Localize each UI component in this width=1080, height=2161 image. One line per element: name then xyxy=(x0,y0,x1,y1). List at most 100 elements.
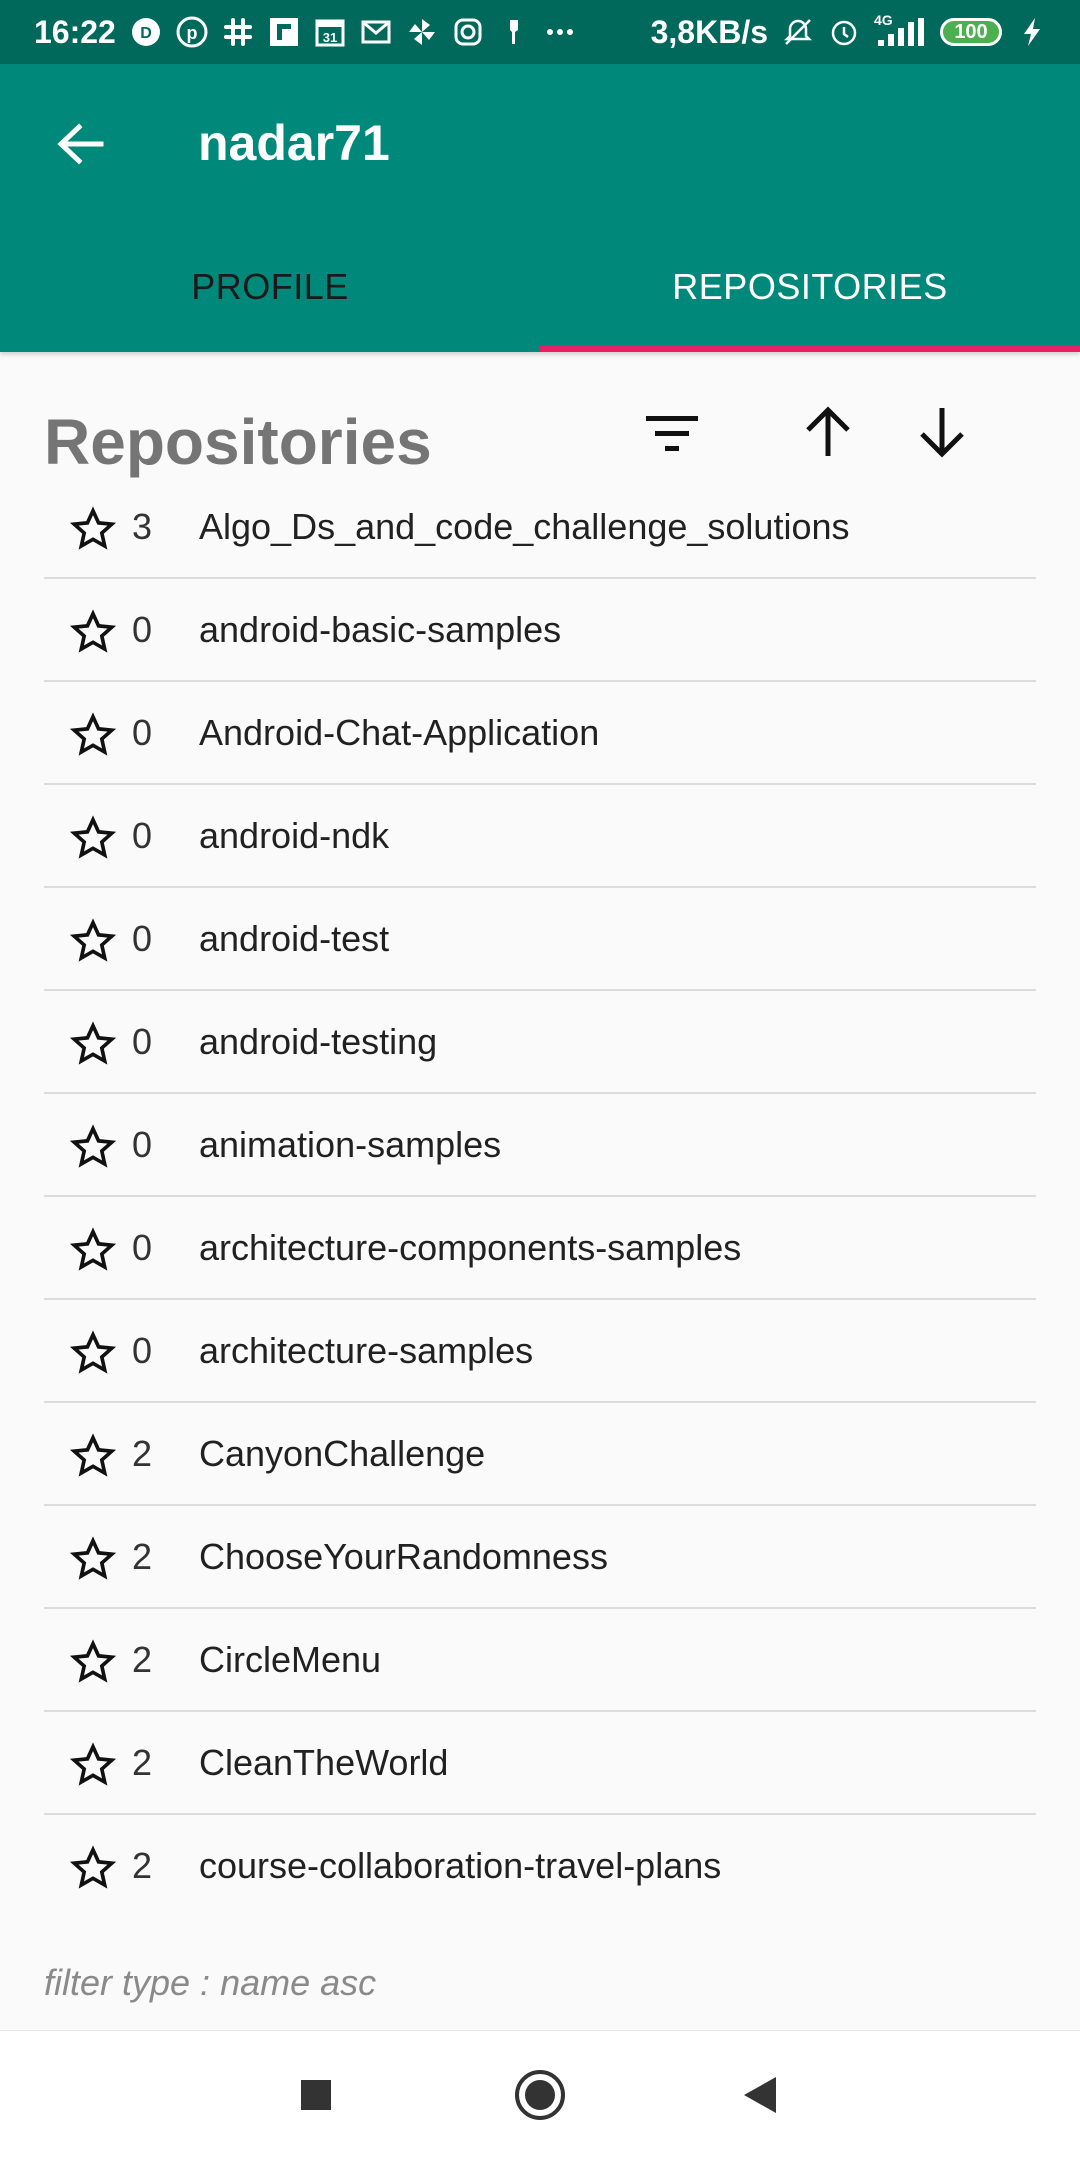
star-count: 0 xyxy=(132,814,153,856)
star-icon xyxy=(69,1021,117,1067)
star-icon xyxy=(69,1433,117,1479)
repository-name: ChooseYourRandomness xyxy=(199,1535,608,1577)
star-count: 0 xyxy=(132,1123,153,1165)
tab-repositories[interactable]: REPOSITORIES xyxy=(540,222,1080,352)
star-icon xyxy=(69,712,117,758)
repository-row[interactable]: 0 Android-Chat-Application xyxy=(44,682,1036,785)
home-button[interactable] xyxy=(504,2059,576,2131)
nav-back-button[interactable] xyxy=(724,2059,796,2131)
gmail-icon xyxy=(360,16,392,48)
star-count: 3 xyxy=(132,505,153,547)
star-count: 0 xyxy=(132,711,153,753)
star-count: 0 xyxy=(132,608,153,650)
star-icon xyxy=(69,506,117,552)
network-speed: 3,8KB/s xyxy=(650,13,768,50)
star-count: 2 xyxy=(132,1741,153,1783)
star-count: 2 xyxy=(132,1844,153,1886)
star-icon xyxy=(69,1639,117,1685)
star-icon xyxy=(69,1227,117,1273)
mute-icon xyxy=(782,16,814,48)
filter-type-note: filter type : name asc xyxy=(44,1962,377,2003)
tab-bar: PROFILE REPOSITORIES xyxy=(0,222,1080,352)
sort-descending-button[interactable] xyxy=(900,390,984,474)
filter-icon xyxy=(646,416,698,451)
signal-icon: 4G xyxy=(874,12,926,48)
d-app-icon: D xyxy=(130,16,162,48)
repository-name: CanyonChallenge xyxy=(199,1432,486,1474)
calendar-icon: 31 xyxy=(314,16,346,48)
repository-list: 3 Algo_Ds_and_code_challenge_solutions 0 an… xyxy=(44,476,1036,1916)
star-icon xyxy=(69,1536,117,1582)
tab-profile[interactable]: PROFILE xyxy=(0,222,540,352)
star-icon xyxy=(69,1330,117,1376)
app-bar: nadar71 xyxy=(0,64,1080,222)
pinwheel-icon xyxy=(406,16,438,48)
repository-row[interactable]: 2 CircleMenu xyxy=(44,1609,1036,1712)
repository-row[interactable]: 2 CanyonChallenge xyxy=(44,1403,1036,1506)
star-count: 2 xyxy=(132,1432,153,1474)
repository-row[interactable]: 0 android-testing xyxy=(44,991,1036,1094)
repository-name: android-testing xyxy=(199,1020,438,1062)
repository-name: animation-samples xyxy=(199,1123,502,1165)
svg-text:D: D xyxy=(140,25,152,42)
star-count: 0 xyxy=(132,1329,153,1371)
page-title: nadar71 xyxy=(198,115,390,171)
svg-text:p: p xyxy=(186,23,197,43)
instagram-icon xyxy=(452,16,484,48)
section-title: Repositories xyxy=(44,406,432,478)
repository-row[interactable]: 0 architecture-samples xyxy=(44,1300,1036,1403)
repository-row[interactable]: 0 android-test xyxy=(44,888,1036,991)
more-dots-icon xyxy=(544,16,576,48)
star-count: 0 xyxy=(132,1226,153,1268)
repository-name: Algo_Ds_and_code_challenge_solutions xyxy=(199,505,850,547)
status-time: 16:22 xyxy=(34,13,116,50)
star-count: 2 xyxy=(132,1535,153,1577)
repository-row[interactable]: 2 ChooseYourRandomness xyxy=(44,1506,1036,1609)
repository-name: architecture-samples xyxy=(199,1329,534,1371)
star-count: 0 xyxy=(132,917,153,959)
battery-icon: 100 xyxy=(940,18,1002,46)
repository-name: android-ndk xyxy=(199,814,390,856)
recents-square-icon xyxy=(301,2080,331,2110)
star-icon xyxy=(69,1124,117,1170)
repository-name: course-collaboration-travel-plans xyxy=(199,1844,722,1886)
repository-row[interactable]: 0 android-ndk xyxy=(44,785,1036,888)
star-icon xyxy=(69,918,117,964)
status-bar: 16:22 D p 31 3,8KB/s 4G 100 xyxy=(0,0,1080,64)
recents-button[interactable] xyxy=(280,2059,352,2131)
alarm-icon xyxy=(828,16,860,48)
star-icon xyxy=(69,609,117,655)
sort-descending-icon xyxy=(920,408,964,458)
repository-row[interactable]: 2 CleanTheWorld xyxy=(44,1712,1036,1815)
svg-text:31: 31 xyxy=(323,30,337,45)
repository-name: architecture-components-samples xyxy=(199,1226,742,1268)
pinterest-icon: p xyxy=(176,16,208,48)
star-icon xyxy=(69,1742,117,1788)
star-icon xyxy=(69,1845,117,1891)
arrow-back-icon xyxy=(57,123,104,165)
star-icon xyxy=(69,815,117,861)
repository-row[interactable]: 0 android-basic-samples xyxy=(44,579,1036,682)
sort-ascending-button[interactable] xyxy=(786,390,870,474)
flipboard-icon xyxy=(268,16,300,48)
home-circle-icon xyxy=(515,2070,565,2120)
slack-icon xyxy=(222,16,254,48)
fist-icon xyxy=(498,16,530,48)
repository-row[interactable]: 0 architecture-components-samples xyxy=(44,1197,1036,1300)
repository-name: CircleMenu xyxy=(199,1638,382,1680)
repository-row[interactable]: 3 Algo_Ds_and_code_challenge_solutions xyxy=(44,476,1036,579)
repository-row[interactable]: 2 course-collaboration-travel-plans xyxy=(44,1815,1036,1916)
repository-name: Android-Chat-Application xyxy=(199,711,600,753)
repository-row[interactable]: 0 animation-samples xyxy=(44,1094,1036,1197)
charging-icon xyxy=(1016,16,1048,48)
network-type: 4G xyxy=(874,12,893,28)
repository-name: android-basic-samples xyxy=(199,608,562,650)
sort-ascending-icon xyxy=(806,406,850,456)
filter-button[interactable] xyxy=(630,392,714,476)
star-count: 0 xyxy=(132,1020,153,1062)
repository-name: CleanTheWorld xyxy=(199,1741,449,1783)
star-count: 2 xyxy=(132,1638,153,1680)
back-button[interactable] xyxy=(40,104,120,184)
repository-name: android-test xyxy=(199,917,390,959)
back-triangle-icon xyxy=(744,2077,776,2113)
